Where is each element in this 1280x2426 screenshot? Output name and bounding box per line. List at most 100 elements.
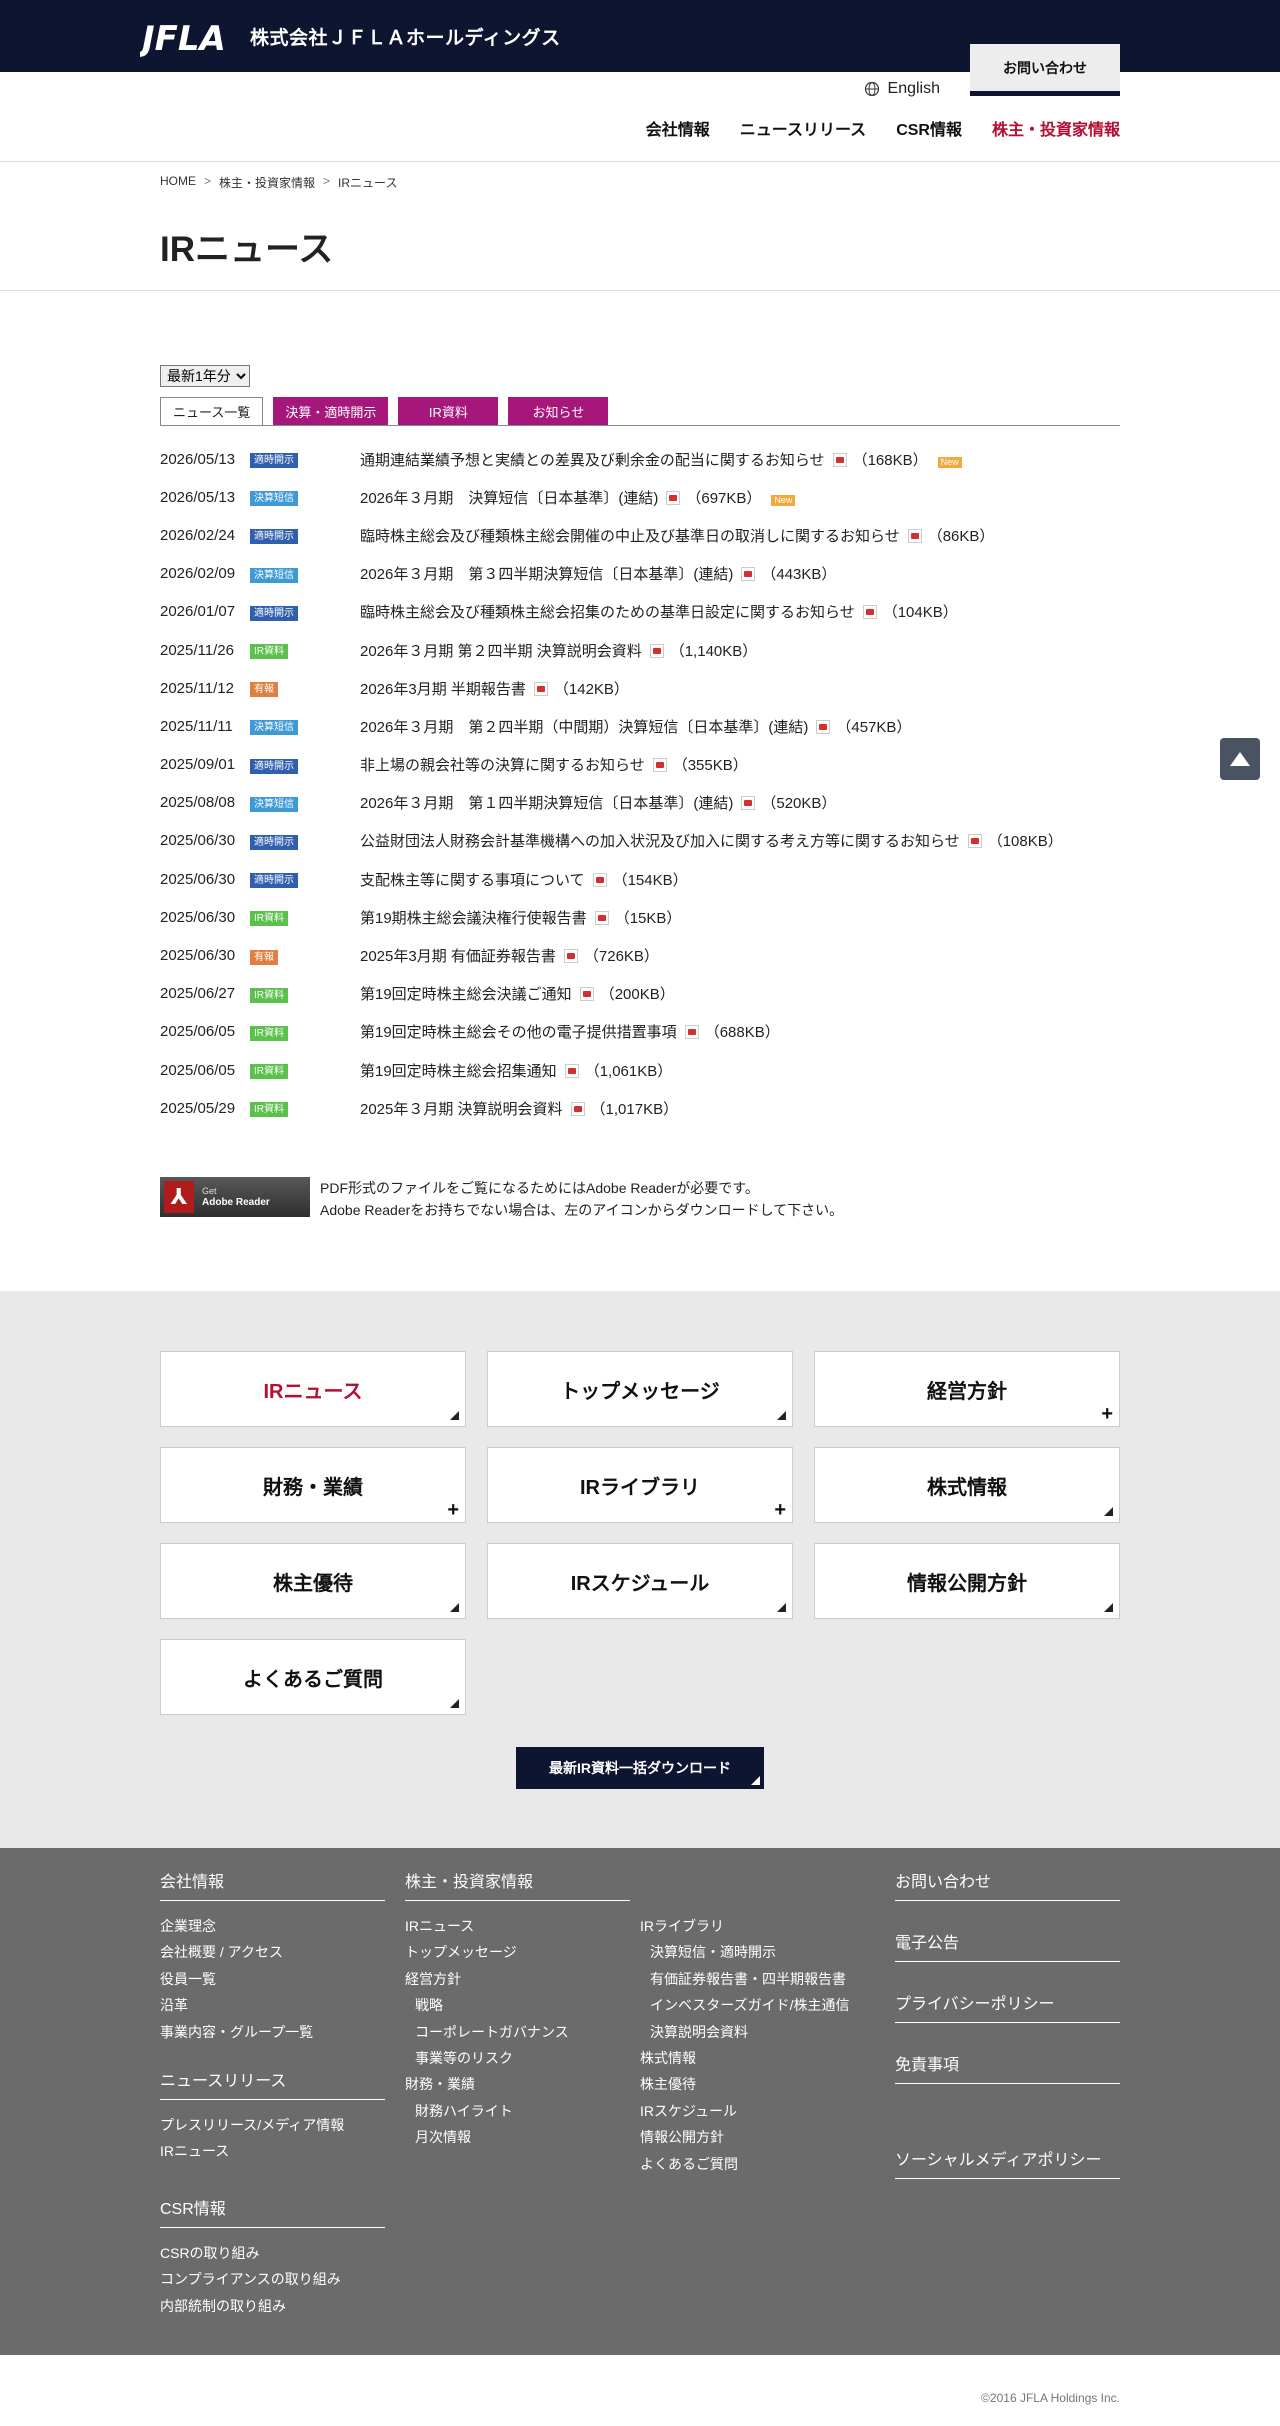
footer-link[interactable]: 株主優待 [640,2071,875,2097]
menu-card[interactable]: IRニュース [160,1351,466,1427]
news-title-link[interactable]: 2026年３月期 第１四半期決算短信〔日本基準〕(連結) [360,795,733,812]
footer-link[interactable]: 役員一覧 [160,1966,385,1992]
footer-link[interactable]: コンプライアンスの取り組み [160,2266,385,2292]
news-item[interactable]: 2026年３月期 第１四半期決算短信〔日本基準〕(連結) （520KB） [360,792,836,813]
breadcrumb-home[interactable]: HOME [160,174,196,191]
news-item[interactable]: 臨時株主総会及び種類株主総会開催の中止及び基準日の取消しに関するお知らせ （86K… [360,525,994,546]
news-item[interactable]: 2025年3月期 有価証券報告書 （726KB） [360,945,659,966]
news-item[interactable]: 2026年３月期 第２四半期（中間期）決算短信〔日本基準〕(連結) （457KB） [360,716,911,737]
footer-heading[interactable]: お問い合わせ [895,1868,1120,1901]
news-item[interactable]: 2025年３月期 決算説明会資料 （1,017KB） [360,1098,678,1119]
footer-link[interactable]: 内部統制の取り組み [160,2293,385,2319]
footer-link[interactable]: 月次情報 [405,2124,640,2150]
news-title-link[interactable]: 2025年３月期 決算説明会資料 [360,1101,563,1118]
news-item[interactable]: 臨時株主総会及び種類株主総会招集のための基準日設定に関するお知らせ （104KB） [360,601,958,622]
news-item[interactable]: 2026年３月期 第３四半期決算短信〔日本基準〕(連結) （443KB） [360,563,836,584]
news-item[interactable]: 2026年３月期 第２四半期 決算説明会資料 （1,140KB） [360,640,757,661]
news-title-link[interactable]: 支配株主等に関する事項について [360,872,585,889]
footer-link[interactable]: 財務ハイライト [405,2098,640,2124]
footer-link[interactable]: 事業内容・グループ一覧 [160,2019,385,2045]
footer-heading[interactable]: 免責事項 [895,2051,1120,2084]
footer-heading[interactable]: 電子公告 [895,1929,1120,1962]
menu-card[interactable]: 株式情報 [814,1447,1120,1523]
footer-link[interactable]: プレスリリース/メディア情報 [160,2112,385,2138]
footer-link[interactable]: IRスケジュール [640,2098,875,2124]
footer-link[interactable]: 戦略 [405,1992,640,2018]
period-select[interactable]: 最新1年分 [160,365,250,387]
footer-link[interactable]: IRニュース [405,1913,640,1939]
news-title-link[interactable]: 2026年３月期 決算短信〔日本基準〕(連結) [360,490,658,507]
news-item[interactable]: 第19期株主総会議決権行使報告書 （15KB） [360,907,681,928]
news-title-link[interactable]: 第19期株主総会議決権行使報告書 [360,910,587,927]
footer-link[interactable]: 企業理念 [160,1913,385,1939]
menu-card[interactable]: 財務・業績 + [160,1447,466,1523]
footer-heading[interactable]: ソーシャルメディアポリシー [895,2146,1120,2179]
news-item[interactable]: 第19回定時株主総会招集通知 （1,061KB） [360,1060,672,1081]
footer-link[interactable]: 決算説明会資料 [640,2019,875,2045]
news-title-link[interactable]: 第19回定時株主総会決議ご通知 [360,986,572,1003]
news-title-link[interactable]: 第19回定時株主総会招集通知 [360,1063,557,1080]
footer-link[interactable]: よくあるご質問 [640,2151,875,2177]
breadcrumb-ir[interactable]: 株主・投資家情報 [219,174,315,191]
jfla-logo[interactable]: JFLA [140,10,230,62]
news-title-link[interactable]: 2025年3月期 有価証券報告書 [360,948,556,965]
footer-link[interactable]: コーポレートガバナンス [405,2019,640,2045]
news-title-link[interactable]: 非上場の親会社等の決算に関するお知らせ [360,757,645,774]
page-top-button[interactable] [1220,738,1260,780]
footer-link[interactable]: 有価証券報告書・四半期報告書 [640,1966,875,1992]
footer-link[interactable]: 沿革 [160,1992,385,2018]
news-item[interactable]: 2026年３月期 決算短信〔日本基準〕(連結) （697KB） New [360,487,796,508]
news-title-link[interactable]: 2026年3月期 半期報告書 [360,681,526,698]
footer-link[interactable]: トップメッセージ [405,1939,640,1965]
menu-card[interactable]: IRライブラリ + [487,1447,793,1523]
news-title-link[interactable]: 第19回定時株主総会その他の電子提供措置事項 [360,1024,677,1041]
menu-card[interactable]: IRスケジュール [487,1543,793,1619]
news-item[interactable]: 支配株主等に関する事項について （154KB） [360,869,688,890]
tab-ir-materials[interactable]: IR資料 [398,397,499,425]
tab-notices[interactable]: お知らせ [508,397,609,425]
news-item[interactable]: 公益財団法人財務会計基準機構への加入状況及び加入に関する考え方等に関するお知らせ… [360,830,1063,851]
adobe-reader-link[interactable]: ⅄ Get Adobe Reader [160,1177,310,1218]
footer-link[interactable]: 会社概要 / アクセス [160,1939,385,1965]
nav-csr[interactable]: CSR情報 [896,116,962,140]
language-switch[interactable]: English [864,80,940,98]
news-title-link[interactable]: 臨時株主総会及び種類株主総会開催の中止及び基準日の取消しに関するお知らせ [360,528,900,545]
menu-card[interactable]: よくあるご質問 [160,1639,466,1715]
footer-link[interactable]: 財務・業績 [405,2071,640,2097]
news-title-link[interactable]: 公益財団法人財務会計基準機構への加入状況及び加入に関する考え方等に関するお知らせ [360,833,960,850]
news-title-link[interactable]: 2026年３月期 第２四半期 決算説明会資料 [360,643,642,660]
news-title-link[interactable]: 通期連結業績予想と実績との差異及び剰余金の配当に関するお知らせ [360,452,825,469]
footer-heading[interactable]: 会社情報 [160,1868,385,1901]
tab-disclosure[interactable]: 決算・適時開示 [273,397,389,425]
nav-company[interactable]: 会社情報 [646,116,710,140]
nav-ir[interactable]: 株主・投資家情報 [992,116,1120,140]
footer-link[interactable]: 経営方針 [405,1966,640,1992]
menu-card[interactable]: 株主優待 [160,1543,466,1619]
menu-card[interactable]: 情報公開方針 [814,1543,1120,1619]
news-item[interactable]: 通期連結業績予想と実績との差異及び剰余金の配当に関するお知らせ （168KB） Ne… [360,449,962,470]
news-title-link[interactable]: 臨時株主総会及び種類株主総会招集のための基準日設定に関するお知らせ [360,604,855,621]
menu-card[interactable]: トップメッセージ [487,1351,793,1427]
footer-link[interactable]: CSRの取り組み [160,2240,385,2266]
footer-link[interactable]: IRライブラリ [640,1913,875,1939]
news-title-link[interactable]: 2026年３月期 第３四半期決算短信〔日本基準〕(連結) [360,566,733,583]
news-title-link[interactable]: 2026年３月期 第２四半期（中間期）決算短信〔日本基準〕(連結) [360,719,808,736]
footer-link[interactable]: 株式情報 [640,2045,875,2071]
footer-link[interactable]: インベスターズガイド/株主通信 [640,1992,875,2018]
footer-link[interactable]: 事業等のリスク [405,2045,640,2071]
news-item[interactable]: 2026年3月期 半期報告書 （142KB） [360,678,629,699]
nav-news[interactable]: ニュースリリース [740,116,866,140]
footer-link[interactable]: 決算短信・適時開示 [640,1939,875,1965]
news-item[interactable]: 第19回定時株主総会その他の電子提供措置事項 （688KB） [360,1021,780,1042]
footer-heading[interactable]: CSR情報 [160,2195,385,2228]
footer-heading[interactable]: プライバシーポリシー [895,1990,1120,2023]
tab-news-list[interactable]: ニュース一覧 [160,397,264,425]
footer-link[interactable]: 情報公開方針 [640,2124,875,2150]
news-item[interactable]: 第19回定時株主総会決議ご通知 （200KB） [360,983,675,1004]
news-item[interactable]: 非上場の親会社等の決算に関するお知らせ （355KB） [360,754,748,775]
menu-card[interactable]: 経営方針 + [814,1351,1120,1427]
footer-heading[interactable]: 株主・投資家情報 [405,1868,630,1901]
download-all-button[interactable]: 最新IR資料一括ダウンロード [516,1747,764,1789]
footer-heading[interactable]: ニュースリリース [160,2067,385,2101]
footer-link[interactable]: IRニュース [160,2138,385,2164]
